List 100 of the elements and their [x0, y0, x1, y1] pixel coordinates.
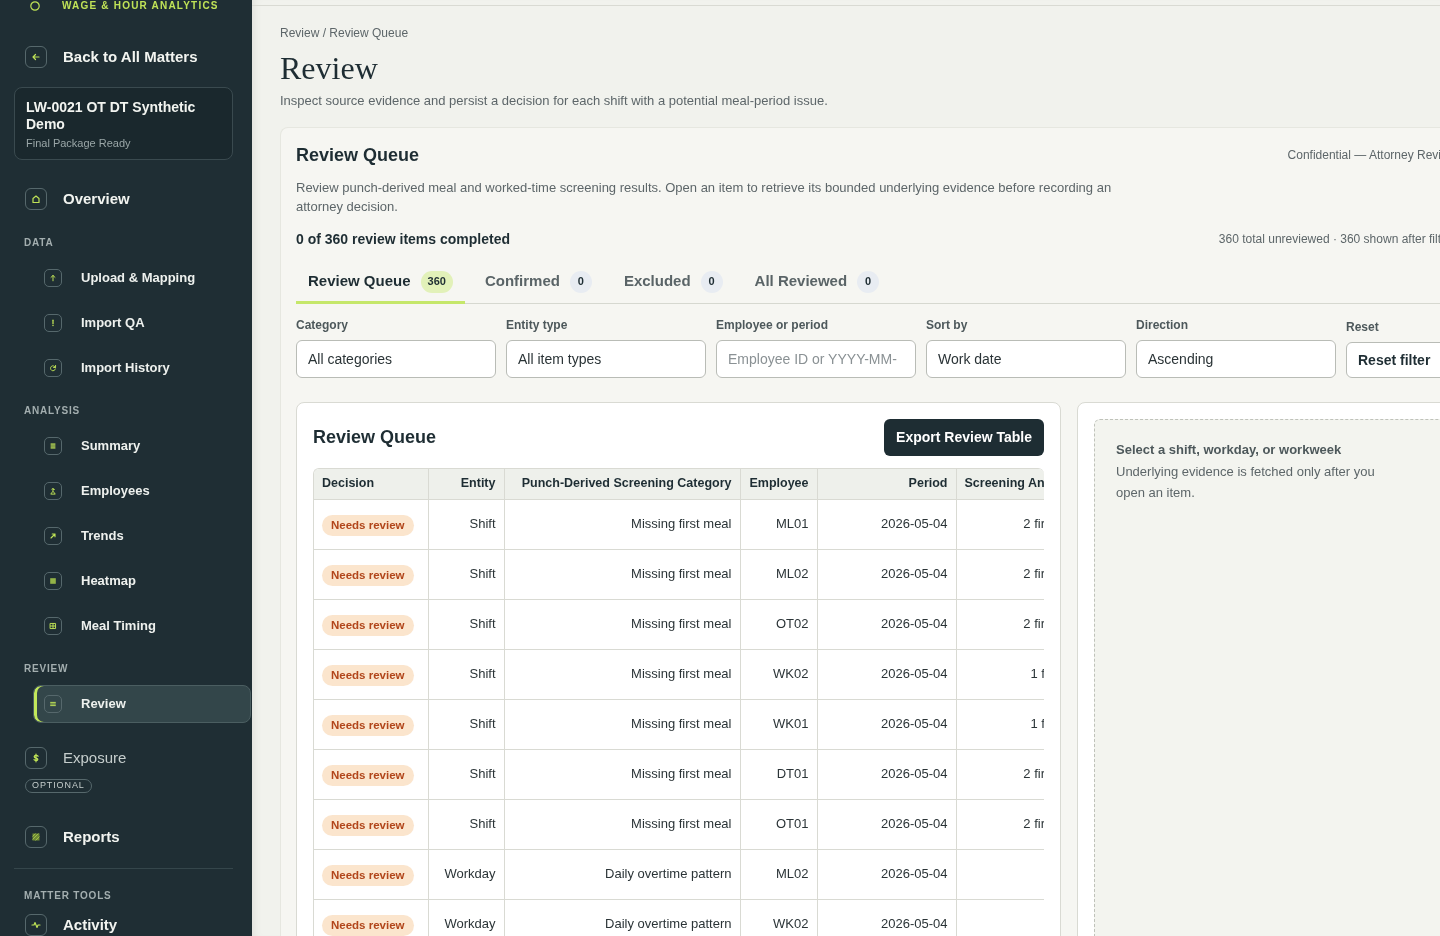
- column-header[interactable]: Decision: [314, 469, 428, 499]
- nav-item[interactable]: Meal Timing: [33, 606, 165, 645]
- nav-item[interactable]: Heatmap: [33, 561, 145, 600]
- table-cell: Missing first meal: [504, 499, 740, 549]
- search-field[interactable]: Employee ID or YYYY-MM-: [716, 340, 916, 378]
- table-cell: 2026-05-04: [817, 599, 956, 649]
- grid-icon: [44, 616, 62, 635]
- filter-label: Direction: [1136, 317, 1188, 333]
- matter-status: Final Package Ready: [26, 136, 131, 150]
- table-cell: Shift: [428, 749, 504, 799]
- nav-item[interactable]: Upload & Mapping: [33, 258, 205, 297]
- pulse-icon: [25, 914, 47, 936]
- nav-item[interactable]: Review: [33, 684, 251, 723]
- table-cell: Missing first meal: [504, 799, 740, 849]
- logo-icon: [30, 1, 40, 11]
- reset-filters-button[interactable]: Reset filter: [1346, 342, 1440, 378]
- queue-intro: Review punch-derived meal and worked-time screening results. Open an item to retrieve its bounded underlying evidence before recording an attorney decision.: [296, 179, 1113, 216]
- filter-label: Entity type: [506, 317, 568, 333]
- queue-tab[interactable]: All Reviewed 0: [742, 262, 892, 304]
- nav-link[interactable]: Exposure: [25, 747, 135, 769]
- decision-status: Needs review: [322, 915, 414, 936]
- evidence-prompt-text: Underlying evidence is fetched only after you open an item.: [1116, 463, 1376, 502]
- nav-item[interactable]: Employees: [33, 471, 159, 510]
- filter-label: Employee or period: [716, 317, 829, 333]
- bars-icon: [44, 436, 62, 455]
- section-label: ANALYSIS: [24, 405, 81, 417]
- decision-status: Needs review: [322, 865, 414, 887]
- progress-summary: 0 of 360 review items completed: [296, 229, 510, 249]
- matter-title: LW-0021 OT DT Synthetic Demo: [26, 99, 197, 133]
- column-header[interactable]: Punch-Derived Screening Category: [504, 469, 740, 499]
- nav-item[interactable]: Trends: [33, 516, 133, 555]
- table-cell: WK01: [740, 699, 817, 749]
- decision-status: Needs review: [322, 765, 414, 787]
- table-cell: Workday: [428, 899, 504, 936]
- tab-count: 0: [569, 270, 592, 293]
- table-cell: 2 fir: [956, 549, 1044, 599]
- column-header[interactable]: Employee: [740, 469, 817, 499]
- table-cell: ML02: [740, 549, 817, 599]
- nav-item[interactable]: Summary: [33, 426, 150, 465]
- tab-count: 0: [857, 270, 880, 293]
- table-cell: OT01: [740, 799, 817, 849]
- table-cell: Missing first meal: [504, 599, 740, 649]
- decision-status: Needs review: [322, 565, 414, 587]
- left-arrow-icon: [25, 46, 47, 68]
- back-link[interactable]: Back to All Matters: [25, 46, 198, 68]
- table-cell: 2026-05-04: [817, 849, 956, 899]
- refresh-icon: [44, 358, 62, 377]
- table-title: Review Queue: [313, 426, 437, 449]
- select-field[interactable]: All categories: [296, 340, 496, 378]
- person-icon: [44, 481, 62, 500]
- queue-tab[interactable]: Excluded 0: [611, 262, 735, 304]
- table-cell: 2026-05-04: [817, 799, 956, 849]
- evidence-prompt-title: Select a shift, workday, or workweek: [1116, 441, 1342, 459]
- brand-name: WAGE & HOUR ANALYTICS: [62, 0, 219, 12]
- decision-status: Needs review: [322, 615, 414, 637]
- exclamation-icon: [44, 313, 62, 332]
- column-header[interactable]: Screening An: [956, 469, 1044, 499]
- table-cell: 2026-05-04: [817, 549, 956, 599]
- table-cell: 2 fir: [956, 749, 1044, 799]
- table-cell: OT02: [740, 599, 817, 649]
- column-header[interactable]: Period: [817, 469, 956, 499]
- matter-card[interactable]: LW-0021 OT DT Synthetic Demo Final Package Ready: [14, 87, 233, 160]
- export-button[interactable]: Export Review Table: [884, 419, 1044, 456]
- decision-status: Needs review: [322, 515, 414, 537]
- nav-link[interactable]: Activity: [25, 914, 126, 936]
- nav-item[interactable]: Import History: [33, 348, 179, 387]
- trend-arrow-icon: [44, 526, 62, 545]
- table-cell: Shift: [428, 799, 504, 849]
- table-cell: Missing first meal: [504, 749, 740, 799]
- queue-tab[interactable]: Review Queue 360: [296, 262, 465, 304]
- decision-status: Needs review: [322, 715, 414, 737]
- decision-status: Needs review: [322, 665, 414, 687]
- nav-item[interactable]: Import QA: [33, 303, 154, 342]
- table-cell: 2026-05-04: [817, 499, 956, 549]
- table-cell: ML02: [740, 849, 817, 899]
- nav-link[interactable]: Reports: [25, 826, 128, 848]
- table-cell: 2026-05-04: [817, 649, 956, 699]
- section-label: MATTER TOOLS: [24, 890, 112, 902]
- table-cell: Daily overtime pattern: [504, 849, 740, 899]
- up-arrow-icon: [44, 268, 62, 287]
- section-label: DATA: [24, 237, 54, 249]
- page-description: Inspect source evidence and persist a decision for each shift with a potential meal-period issue.: [280, 92, 828, 110]
- select-field[interactable]: Ascending: [1136, 340, 1336, 378]
- table-cell: Shift: [428, 649, 504, 699]
- select-field[interactable]: All item types: [506, 340, 706, 378]
- table-cell: Shift: [428, 549, 504, 599]
- page-title: Review: [280, 50, 378, 86]
- home-icon: [25, 188, 47, 210]
- table-cell: DT01: [740, 749, 817, 799]
- queue-tab[interactable]: Confirmed 0: [472, 262, 604, 304]
- table-cell: Workday: [428, 849, 504, 899]
- filter-label: Category: [296, 317, 348, 333]
- table-cell: 2 fir: [956, 499, 1044, 549]
- nav-link[interactable]: Overview: [25, 188, 138, 210]
- dollar-icon: [25, 747, 47, 769]
- tab-count: 360: [420, 270, 453, 293]
- table-cell: ML01: [740, 499, 817, 549]
- select-field[interactable]: Work date: [926, 340, 1126, 378]
- column-header[interactable]: Entity: [428, 469, 504, 499]
- tab-count: 0: [700, 270, 723, 293]
